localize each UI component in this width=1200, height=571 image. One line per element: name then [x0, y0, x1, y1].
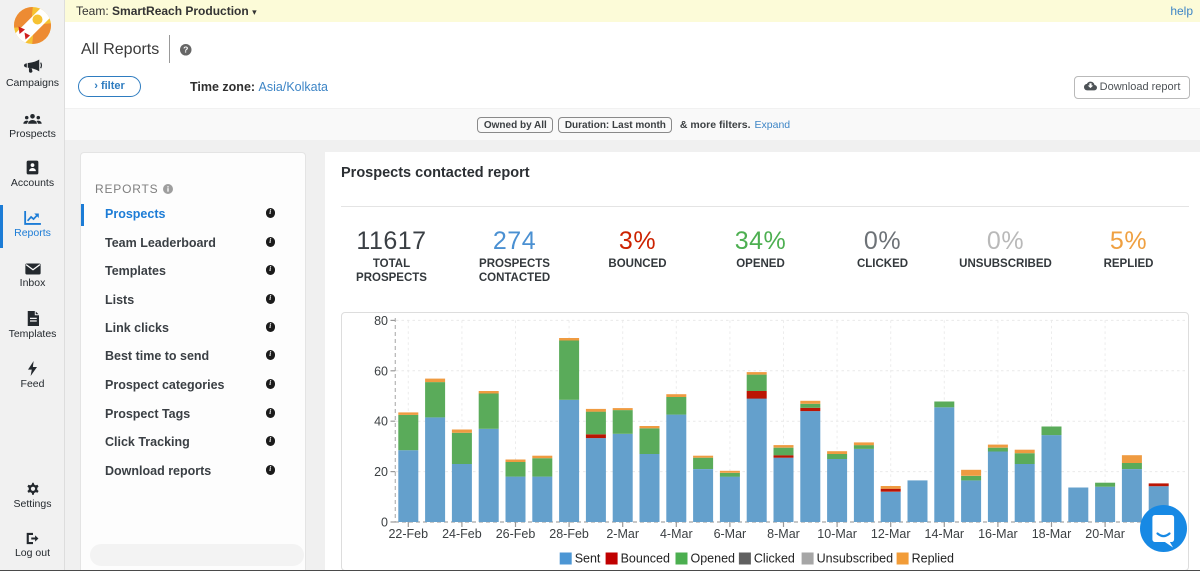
svg-text:?: ?	[183, 45, 188, 55]
